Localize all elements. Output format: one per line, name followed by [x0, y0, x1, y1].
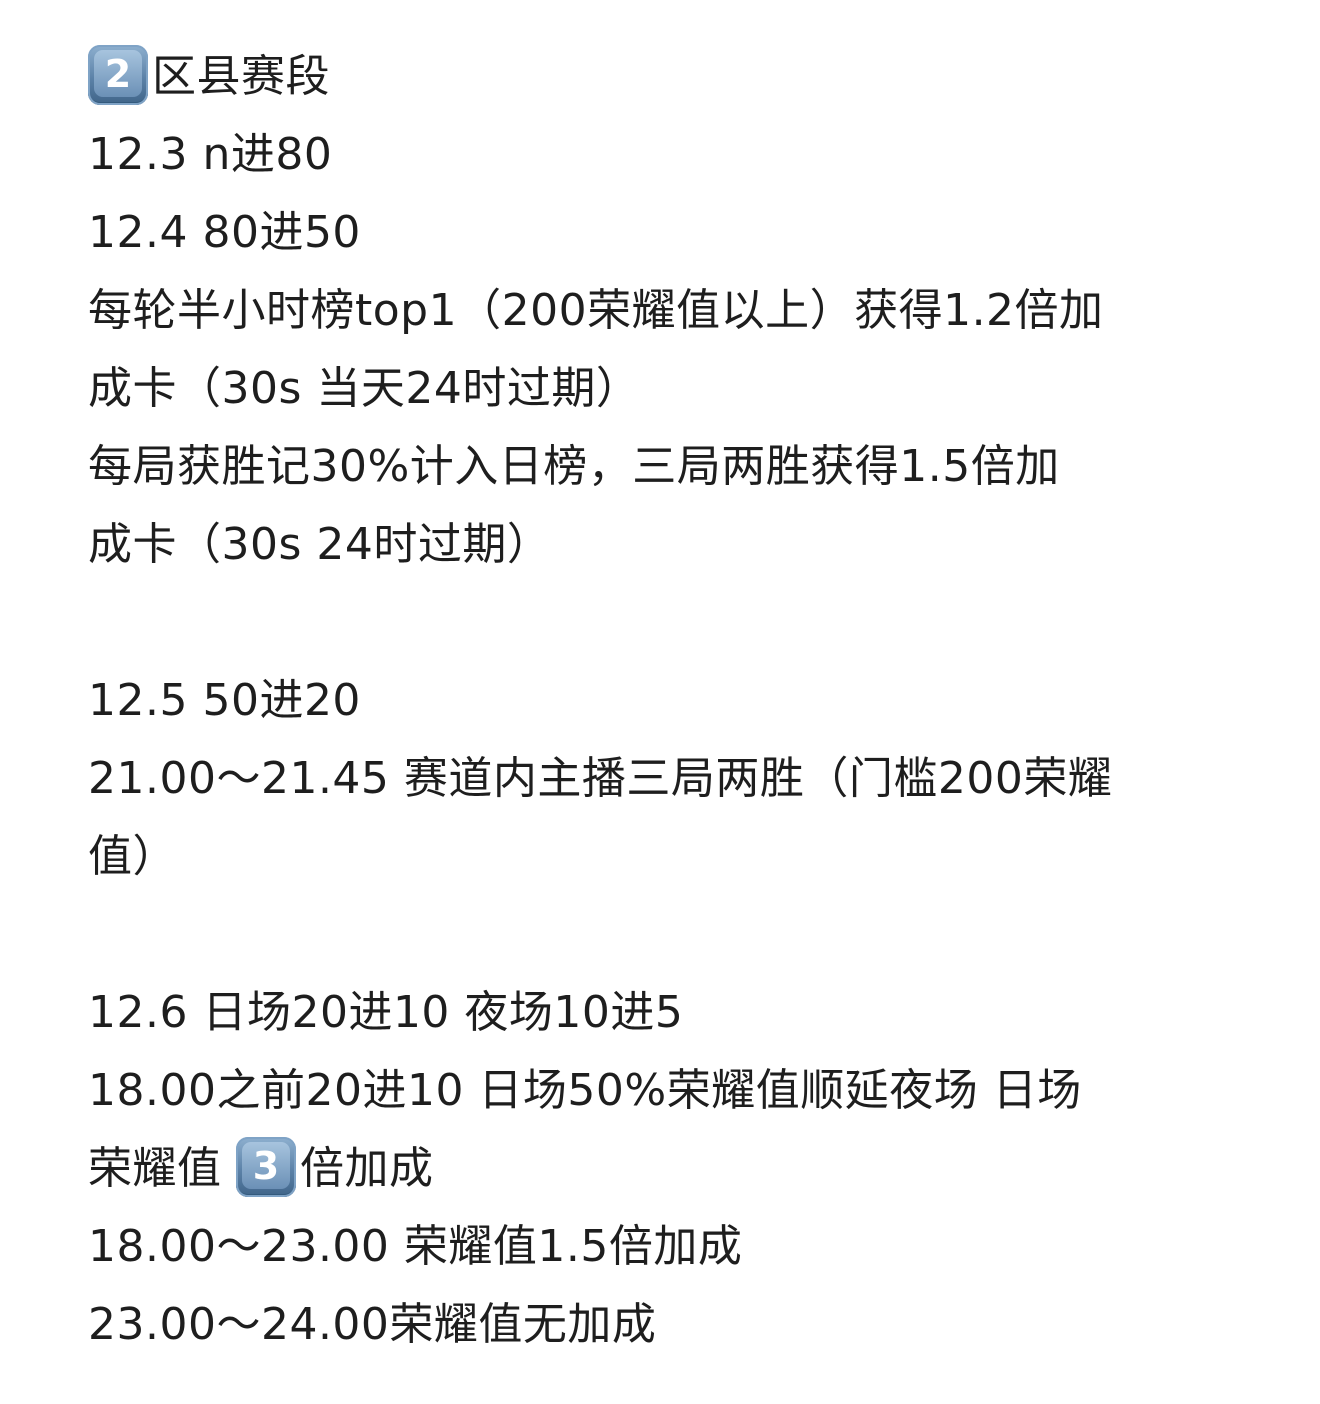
note-line: 值）: [88, 831, 177, 882]
note-line: 12.4 80进50: [88, 207, 361, 258]
line-text-after: 倍加成: [300, 1143, 434, 1194]
note-line: 21.00～21.45 赛道内主播三局两胜（门槛200荣耀: [88, 753, 1113, 804]
note-line: 12.6 日场20进10 夜场10进5: [88, 987, 684, 1038]
keycap-number: 2: [104, 52, 132, 96]
note-line: 23.00～24.00荣耀值无加成: [88, 1299, 657, 1350]
note-body: 2 区县赛段 12.3 n进80 12.4 80进50 每轮半小时榜top1（2…: [88, 38, 1248, 1364]
note-line: 每局获胜记30%计入日榜，三局两胜获得1.5倍加: [88, 441, 1060, 492]
keycap-3-icon: 3: [236, 1137, 296, 1197]
note-line: 成卡（30s 当天24时过期）: [88, 363, 641, 414]
note-line: 18.00～23.00 荣耀值1.5倍加成: [88, 1221, 743, 1272]
note-line-with-keycap: 荣耀值 3 倍加成: [88, 1130, 1248, 1208]
note-line: 12.3 n进80: [88, 129, 333, 180]
note-line: 每轮半小时榜top1（200荣耀值以上）获得1.2倍加: [88, 285, 1104, 336]
note-line: 成卡（30s 24时过期）: [88, 519, 552, 570]
keycap-2-icon: 2: [88, 45, 148, 105]
section-heading: 2 区县赛段: [88, 38, 1248, 116]
heading-text: 区县赛段: [152, 51, 330, 102]
keycap-number: 3: [252, 1144, 280, 1188]
note-line: 18.00之前20进10 日场50%荣耀值顺延夜场 日场: [88, 1065, 1082, 1116]
line-text-before: 荣耀值: [88, 1143, 222, 1194]
note-line: 12.5 50进20: [88, 675, 361, 726]
